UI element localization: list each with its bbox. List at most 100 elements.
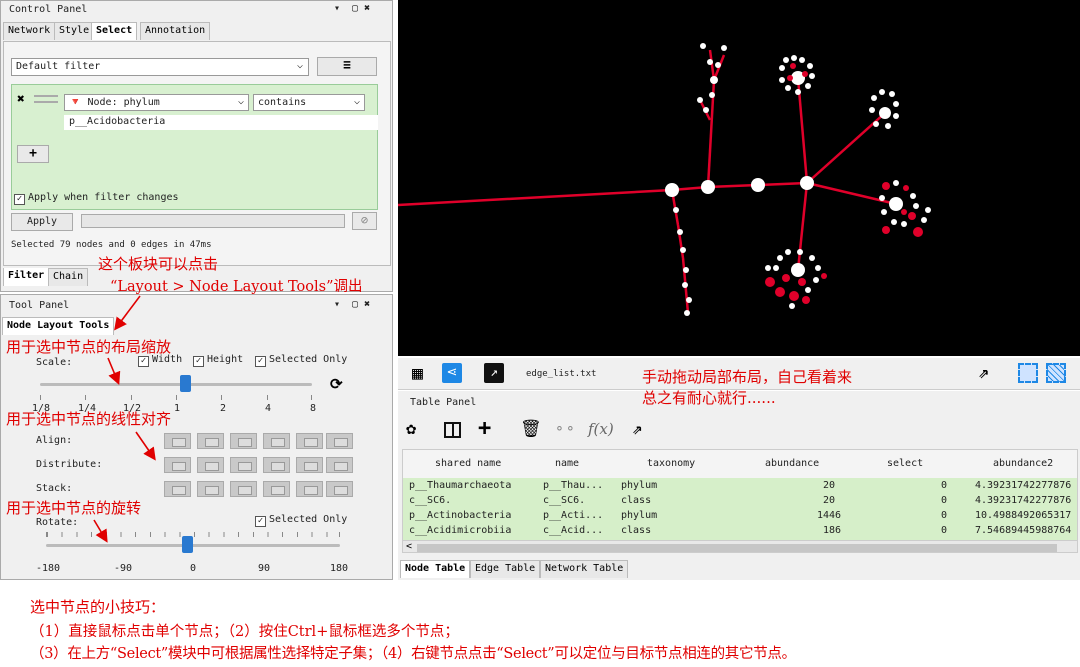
function-icon[interactable]: f(x): [588, 420, 614, 438]
height-checkbox[interactable]: ✓ Height: [193, 354, 243, 367]
stack-down-center-button[interactable]: [197, 481, 224, 497]
export-table-icon[interactable]: ⇗: [632, 419, 642, 439]
tab-filter[interactable]: Filter: [3, 268, 50, 286]
col-header[interactable]: shared name: [435, 458, 501, 469]
filter-select-value: Default filter: [16, 61, 101, 72]
scale-tick: 4: [265, 403, 272, 414]
align-right-button[interactable]: [230, 433, 257, 449]
tab-node-layout-tools[interactable]: Node Layout Tools: [2, 317, 115, 335]
tab-network[interactable]: Network: [3, 22, 56, 40]
filter-menu-button[interactable]: ≡: [317, 57, 377, 76]
scale-slider-thumb[interactable]: [180, 375, 191, 392]
panel-float-icons[interactable]: ▾ ▢ ✖: [334, 299, 370, 310]
align-bottom-button[interactable]: [326, 433, 353, 449]
chevron-down-icon: ⌵: [237, 96, 244, 107]
distribute-right-button[interactable]: [230, 457, 257, 473]
table-row[interactable]: c__Acidimicrobiia c__Acid... class 186 0…: [403, 525, 1077, 540]
apply-when-changes-checkbox[interactable]: ✓ Apply when filter changes: [14, 192, 179, 205]
distribute-bottom-button[interactable]: [326, 457, 353, 473]
stack-right-middle-button[interactable]: [296, 481, 323, 497]
grid-view-icon[interactable]: ▦: [412, 363, 423, 384]
scrollbar-thumb[interactable]: [417, 544, 1057, 552]
col-header[interactable]: abundance2: [993, 458, 1053, 469]
external-link-icon[interactable]: ↗: [484, 363, 504, 383]
tips-line-2: （3）在上方“Select”模块中可根据属性选择特定子集；（4）右键节点点击“S…: [30, 646, 796, 662]
network-graph[interactable]: [397, 0, 1080, 356]
edges: [397, 49, 897, 314]
node-field-value: Node: phylum: [87, 97, 160, 108]
table-row[interactable]: c__SC6. c__SC6. class 20 0 4.39231742277…: [403, 495, 1077, 510]
distribute-label: Distribute:: [36, 459, 103, 470]
align-middle-button[interactable]: [296, 433, 323, 449]
hub-node: [889, 197, 903, 211]
tab-style[interactable]: Style: [54, 22, 95, 40]
panel-float-icons[interactable]: ▾ ▢ ✖: [334, 3, 370, 14]
rotate-slider-thumb[interactable]: [182, 536, 193, 553]
stack-right-top-button[interactable]: [263, 481, 290, 497]
add-filter-button[interactable]: +: [17, 145, 49, 163]
filter-value-input[interactable]: p__Acidobacteria: [64, 115, 378, 130]
apply-when-changes-label: Apply when filter changes: [28, 192, 179, 203]
table-row[interactable]: p__Thaumarchaeota p__Thau... phylum 20 0…: [403, 480, 1077, 495]
distribute-center-button[interactable]: [197, 457, 224, 473]
select-tab-body: Default filter ⌵ ≡ ✖ 🔻 Node: phylum ⌵ co…: [3, 41, 391, 266]
tab-annotation[interactable]: Annotation: [140, 22, 211, 40]
drag-handle-icon[interactable]: [34, 95, 58, 103]
share-icon[interactable]: ⋖: [442, 363, 462, 383]
col-header[interactable]: abundance: [765, 458, 819, 469]
tab-edge-table[interactable]: Edge Table: [470, 560, 541, 578]
apply-button[interactable]: Apply: [11, 213, 73, 231]
scale-tick: 2: [220, 403, 227, 414]
table-panel-title: Table Panel: [410, 397, 477, 408]
rotate-slider-track: [46, 544, 340, 547]
rotate-selected-only-label: Selected Only: [269, 514, 348, 525]
column-panel-icon[interactable]: [444, 422, 461, 438]
distribute-middle-button[interactable]: [296, 457, 323, 473]
scale-slider[interactable]: [40, 375, 312, 405]
col-header[interactable]: select: [887, 458, 923, 469]
filter-select[interactable]: Default filter ⌵: [11, 58, 309, 76]
condition-value: contains: [258, 97, 307, 108]
network-canvas[interactable]: [397, 0, 1080, 356]
col-header[interactable]: taxonomy: [647, 458, 695, 469]
rotate-slider[interactable]: [46, 530, 340, 560]
hub-node: [710, 76, 718, 84]
remove-filter-icon[interactable]: ✖: [17, 92, 25, 107]
scale-slider-track: [40, 383, 312, 386]
stack-right-bottom-button[interactable]: [326, 481, 353, 497]
export-icon[interactable]: ⇗: [978, 362, 989, 383]
horizontal-scrollbar[interactable]: <: [403, 540, 1077, 552]
distribute-left-button[interactable]: [164, 457, 191, 473]
table-row[interactable]: p__Actinobacteria p__Acti... phylum 1446…: [403, 510, 1077, 525]
col-header[interactable]: name: [555, 458, 579, 469]
delete-icon[interactable]: 🗑: [520, 419, 542, 439]
rotate-selected-only-checkbox[interactable]: ✓ Selected Only: [255, 514, 347, 527]
select-nodes-icon[interactable]: [1018, 363, 1038, 383]
align-left-button[interactable]: [164, 433, 191, 449]
stack-down-right-button[interactable]: [230, 481, 257, 497]
cancel-icon[interactable]: ⊘: [352, 212, 377, 230]
tab-node-table[interactable]: Node Table: [400, 560, 471, 578]
tab-chain[interactable]: Chain: [48, 268, 89, 286]
rotate-tick-labels: -180 -90 0 90 180: [36, 563, 356, 575]
scale-selected-only-checkbox[interactable]: ✓ Selected Only: [255, 354, 347, 367]
reset-scale-icon[interactable]: ⟳: [330, 375, 343, 393]
node-layout-tools-body: Scale: ✓ Width ✓ Height ✓ Selected Only ⟳ 1…: [2, 335, 392, 579]
scroll-left-icon[interactable]: <: [406, 541, 412, 552]
stack-down-left-button[interactable]: [164, 481, 191, 497]
rotate-ticks-top: [46, 532, 340, 537]
hub-node: [751, 178, 765, 192]
select-edges-icon[interactable]: [1046, 363, 1066, 383]
tab-select[interactable]: Select: [91, 22, 138, 40]
leaf-cluster-right: [879, 180, 931, 237]
link-icon[interactable]: ⚬⚬: [554, 422, 576, 437]
condition-select[interactable]: contains ⌵: [253, 94, 365, 111]
node-field-select[interactable]: 🔻 Node: phylum ⌵: [64, 94, 249, 111]
rotate-tick: 90: [258, 563, 271, 574]
add-column-icon[interactable]: +: [478, 416, 491, 441]
tab-network-table[interactable]: Network Table: [540, 560, 629, 578]
settings-icon[interactable]: ✿: [406, 419, 416, 439]
distribute-top-button[interactable]: [263, 457, 290, 473]
align-center-button[interactable]: [197, 433, 224, 449]
align-top-button[interactable]: [263, 433, 290, 449]
